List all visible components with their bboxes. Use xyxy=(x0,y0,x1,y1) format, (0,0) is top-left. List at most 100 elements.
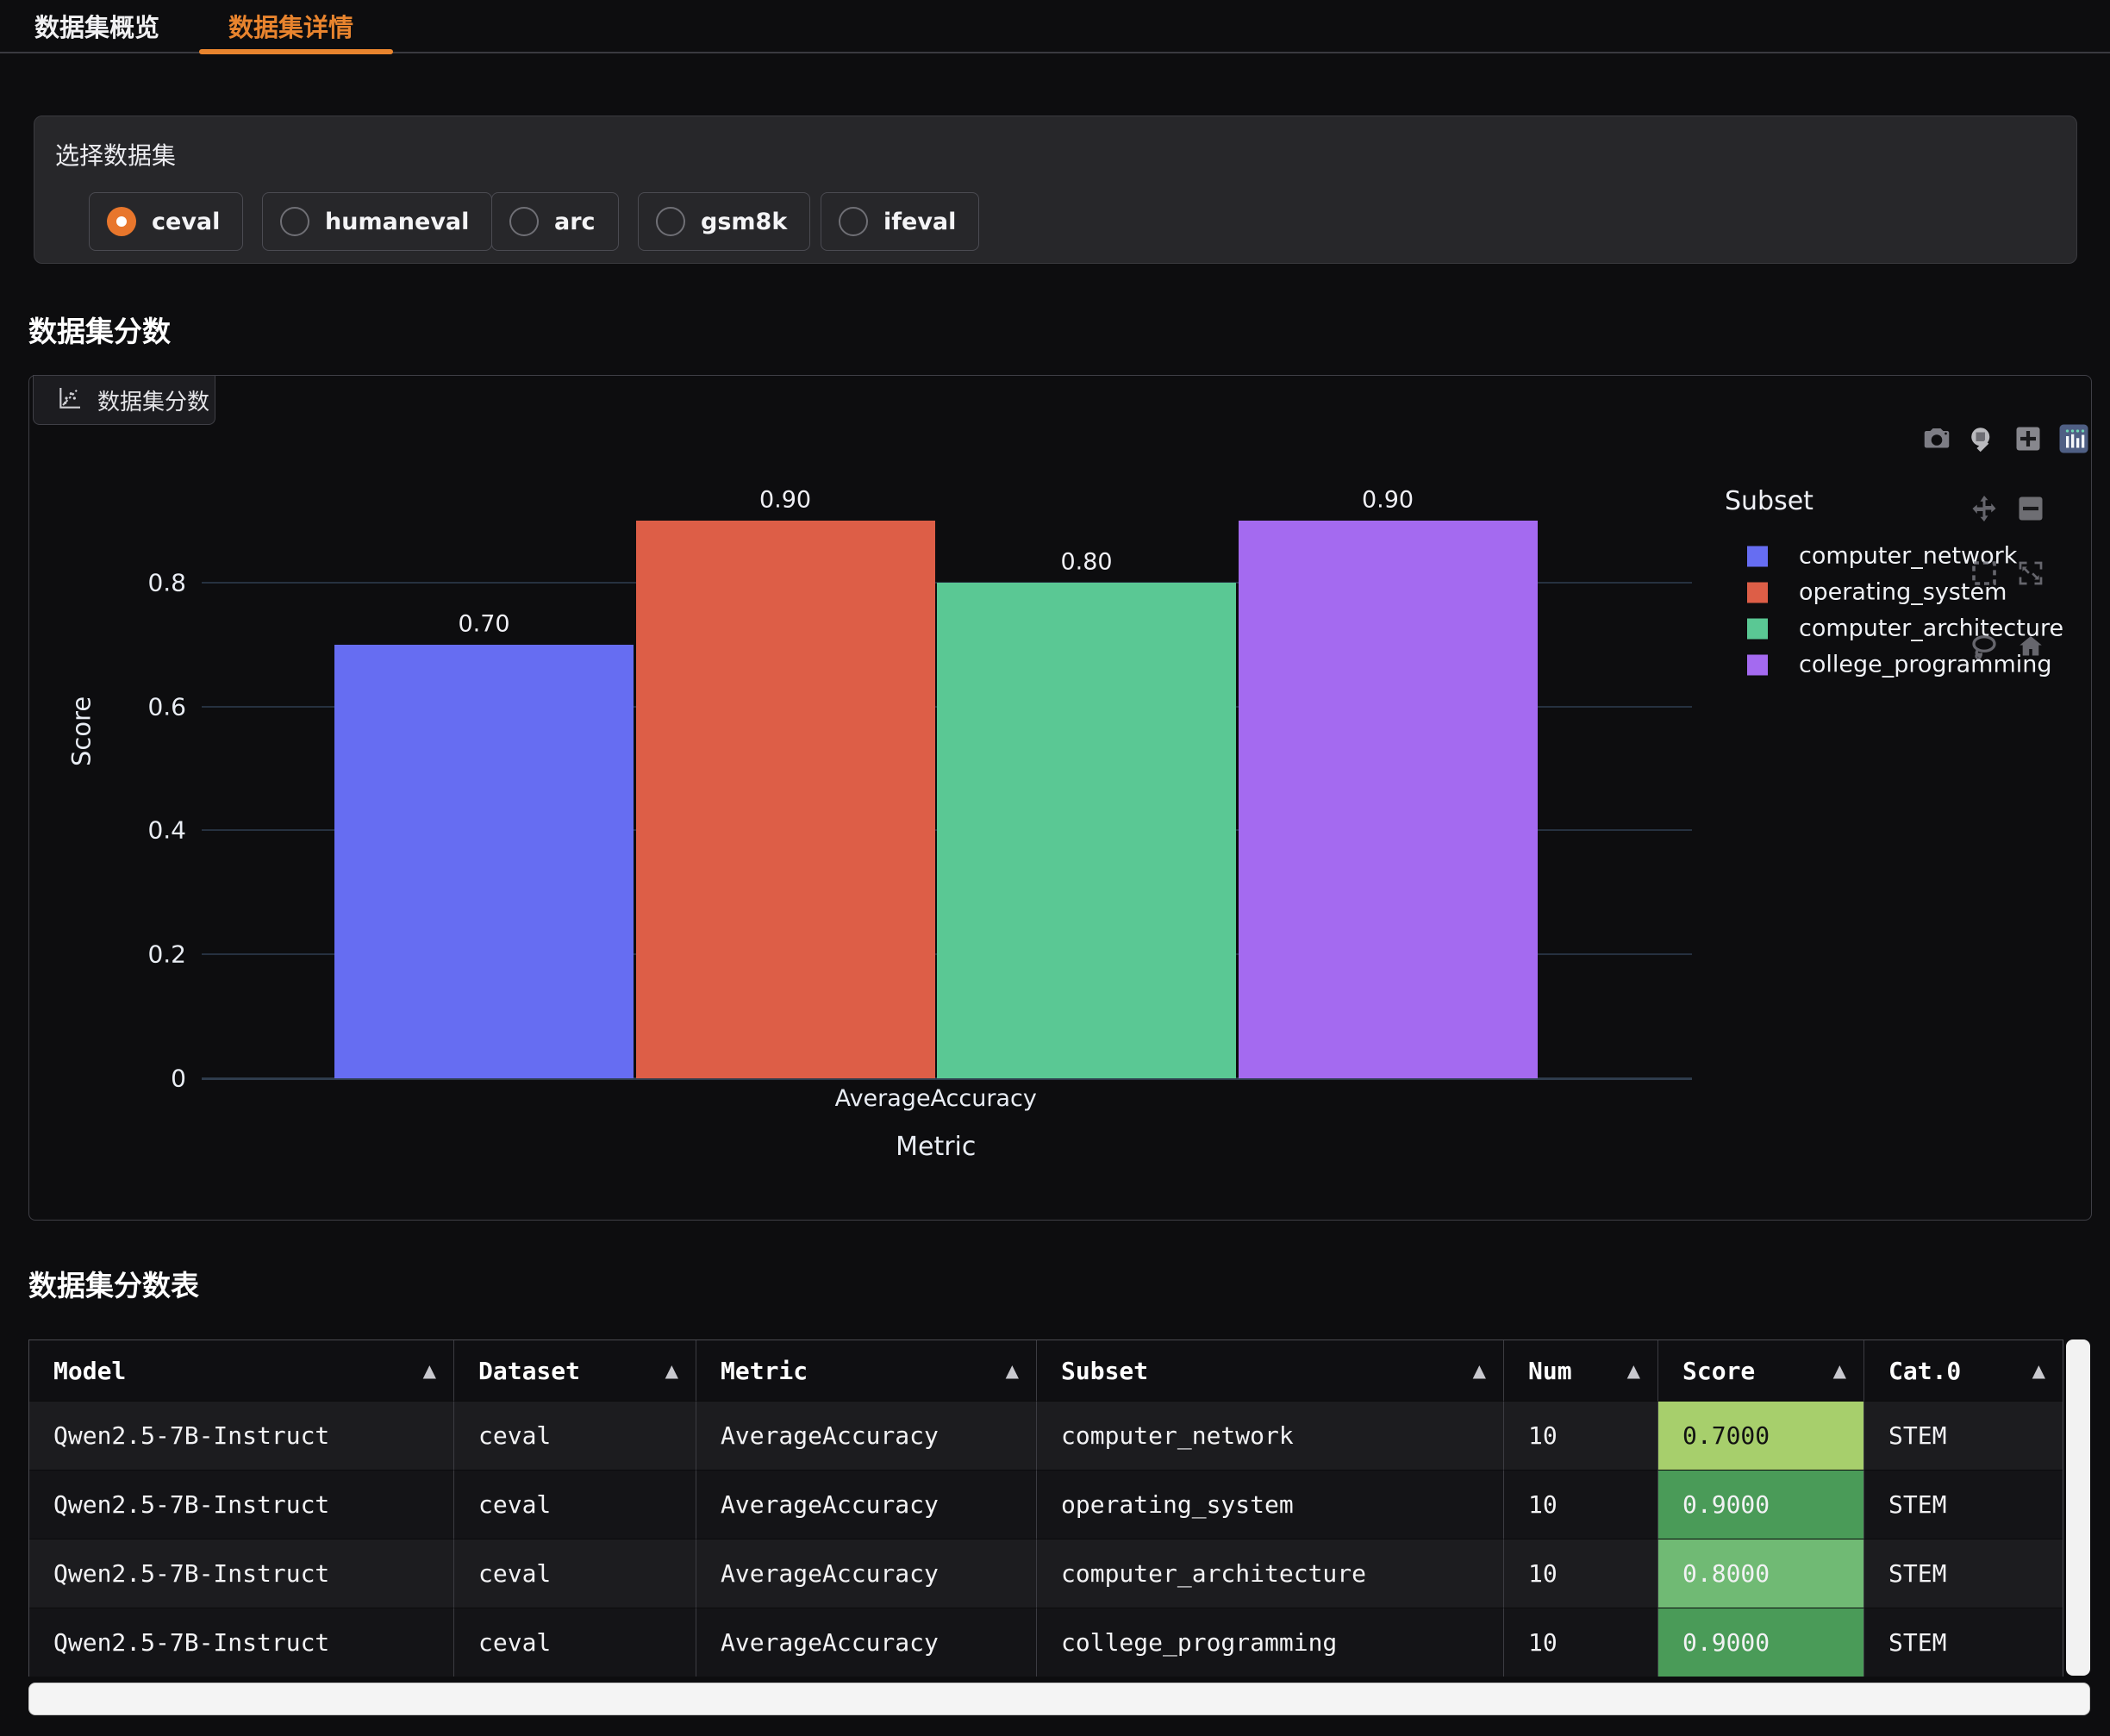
cell-dataset: ceval xyxy=(454,1608,696,1677)
cell-metric: AverageAccuracy xyxy=(696,1608,1037,1677)
radio-unselected-icon xyxy=(839,207,868,236)
legend-title: Subset xyxy=(1725,486,1813,516)
dataset-selector-label: 选择数据集 xyxy=(55,137,176,172)
cell-cat0: STEM xyxy=(1864,1539,2063,1608)
dataset-option-label: ifeval xyxy=(883,209,956,235)
bar-computer_network[interactable] xyxy=(334,645,634,1078)
table-row: Qwen2.5-7B-InstructcevalAverageAccuracyc… xyxy=(29,1608,2063,1677)
cell-num: 10 xyxy=(1504,1539,1658,1608)
bar-operating_system[interactable] xyxy=(636,521,935,1078)
chart-section-title: 数据集分数 xyxy=(28,309,171,350)
table-row: Qwen2.5-7B-InstructcevalAverageAccuracyc… xyxy=(29,1539,2063,1608)
radio-unselected-icon xyxy=(509,207,539,236)
top-tab-bar: 数据集概览 数据集详情 xyxy=(0,0,2110,53)
zoom-out-icon[interactable] xyxy=(2015,493,2046,524)
column-header-label: Dataset xyxy=(478,1357,580,1385)
scatter-chart-icon xyxy=(56,384,84,415)
cell-cat0: STEM xyxy=(1864,1608,2063,1677)
cell-dataset: ceval xyxy=(454,1470,696,1539)
legend-swatch xyxy=(1747,582,1768,603)
y-tick-label: 0.6 xyxy=(83,692,186,721)
column-header-subset[interactable]: Subset▲ xyxy=(1037,1340,1504,1401)
cell-score: 0.7000 xyxy=(1658,1401,1864,1470)
table-horizontal-scrollbar[interactable] xyxy=(28,1683,2090,1715)
chart-panel: 数据集分数 00.20.40.60.8Score0.700.900.800.90… xyxy=(28,375,2092,1221)
column-header-label: Score xyxy=(1682,1357,1755,1385)
radio-unselected-icon xyxy=(280,207,309,236)
sort-ascending-icon: ▲ xyxy=(1627,1360,1640,1381)
column-header-label: Num xyxy=(1528,1357,1572,1385)
box-select-icon[interactable] xyxy=(1969,558,2000,589)
column-header-metric[interactable]: Metric ▲ xyxy=(696,1340,1037,1401)
cell-num: 10 xyxy=(1504,1470,1658,1539)
cell-score: 0.9000 xyxy=(1658,1608,1864,1677)
sort-ascending-icon: ▲ xyxy=(1006,1360,1019,1381)
column-header-label: Metric xyxy=(721,1357,808,1385)
bar-college_programming[interactable] xyxy=(1239,521,1538,1078)
column-header-label: Model xyxy=(53,1357,126,1385)
scores-table: Model▲Dataset▲Metric▲Subset▲Num▲Score▲Ca… xyxy=(28,1339,2063,1677)
legend-item-label: college_programming xyxy=(1799,652,2052,678)
legend-swatch xyxy=(1747,546,1768,566)
y-tick-label: 0.8 xyxy=(83,568,186,596)
column-header-cat0[interactable]: Cat.0▲ xyxy=(1864,1340,2063,1401)
zoom-in-icon[interactable] xyxy=(2013,423,2044,454)
sort-ascending-icon: ▲ xyxy=(665,1360,678,1381)
bar-value-label: 0.90 xyxy=(759,486,811,513)
column-header-score[interactable]: Score ▲ xyxy=(1658,1340,1864,1401)
chart-tab[interactable]: 数据集分数 xyxy=(33,375,215,425)
pan-icon[interactable] xyxy=(1969,493,2000,524)
table-vertical-scrollbar[interactable] xyxy=(2066,1339,2090,1676)
app-root: 数据集概览 数据集详情 选择数据集 ceval humaneval arc gsm8k… xyxy=(0,0,2110,1724)
legend-item-college_programming[interactable]: college_programming xyxy=(1747,652,2052,678)
home-icon[interactable] xyxy=(2015,631,2046,662)
cell-subset: computer_network xyxy=(1037,1401,1504,1470)
tab-dataset-details[interactable]: 数据集详情 xyxy=(228,0,353,52)
dataset-option-ifeval[interactable]: ifeval xyxy=(821,192,979,251)
dataset-option-label: humaneval xyxy=(325,209,469,235)
lasso-icon[interactable] xyxy=(1969,631,2000,662)
column-header-dataset[interactable]: Dataset ▲ xyxy=(454,1340,696,1401)
cell-metric: AverageAccuracy xyxy=(696,1401,1037,1470)
legend-swatch xyxy=(1747,654,1768,675)
sort-ascending-icon: ▲ xyxy=(1833,1360,1846,1381)
sort-ascending-icon: ▲ xyxy=(2032,1360,2045,1381)
autoscale-icon[interactable] xyxy=(2015,558,2046,589)
dataset-option-label: arc xyxy=(554,209,596,235)
cell-dataset: ceval xyxy=(454,1401,696,1470)
dataset-option-humaneval[interactable]: humaneval xyxy=(262,192,492,251)
table-row: Qwen2.5-7B-InstructcevalAverageAccuracyo… xyxy=(29,1470,2063,1539)
column-header-num[interactable]: Num ▲ xyxy=(1504,1340,1658,1401)
table-row: Qwen2.5-7B-InstructcevalAverageAccuracyc… xyxy=(29,1401,2063,1470)
column-header-model[interactable]: Model▲ xyxy=(29,1340,454,1401)
cell-subset: operating_system xyxy=(1037,1470,1504,1539)
cell-model: Qwen2.5-7B-Instruct xyxy=(29,1401,454,1470)
dataset-option-ceval[interactable]: ceval xyxy=(89,192,243,251)
column-header-label: Subset xyxy=(1061,1357,1148,1385)
bar-chart: 00.20.40.60.8Score0.700.900.800.90Averag… xyxy=(202,459,1692,1078)
camera-icon[interactable] xyxy=(1921,423,1952,454)
cell-num: 10 xyxy=(1504,1608,1658,1677)
bar-value-label: 0.70 xyxy=(458,610,509,637)
radio-selected-icon xyxy=(107,207,136,236)
zoom-icon[interactable] xyxy=(1967,423,1998,454)
bar-value-label: 0.80 xyxy=(1060,548,1112,575)
cell-num: 10 xyxy=(1504,1401,1658,1470)
cell-subset: college_programming xyxy=(1037,1608,1504,1677)
cell-model: Qwen2.5-7B-Instruct xyxy=(29,1470,454,1539)
cell-score: 0.9000 xyxy=(1658,1470,1864,1539)
cell-metric: AverageAccuracy xyxy=(696,1539,1037,1608)
radio-unselected-icon xyxy=(656,207,685,236)
dataset-option-arc[interactable]: arc xyxy=(491,192,619,251)
table-header-row: Model▲Dataset▲Metric▲Subset▲Num▲Score▲Ca… xyxy=(29,1340,2063,1401)
active-tab-underline xyxy=(199,49,393,54)
bar-computer_architecture[interactable] xyxy=(937,583,1236,1078)
plotly-logo-icon[interactable] xyxy=(2058,423,2089,454)
tab-dataset-overview[interactable]: 数据集概览 xyxy=(34,0,159,52)
cell-model: Qwen2.5-7B-Instruct xyxy=(29,1539,454,1608)
x-axis-title: Metric xyxy=(896,1132,976,1162)
y-tick-label: 0.2 xyxy=(83,940,186,969)
cell-score: 0.8000 xyxy=(1658,1539,1864,1608)
y-tick-label: 0.4 xyxy=(83,816,186,845)
dataset-option-gsm8k[interactable]: gsm8k xyxy=(638,192,810,251)
